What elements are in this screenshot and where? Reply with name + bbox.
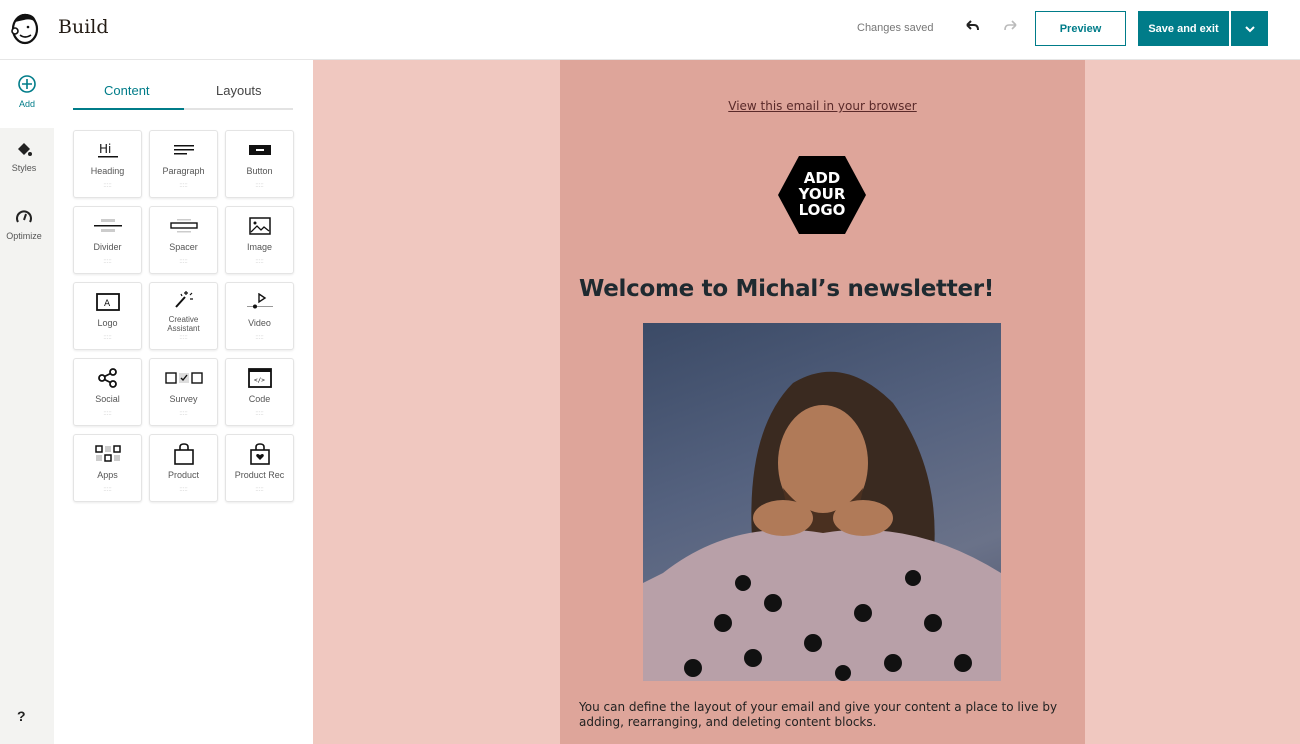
- view-in-browser-link[interactable]: View this email in your browser: [560, 99, 1085, 113]
- block-label: Code: [248, 394, 271, 404]
- drag-handle[interactable]: :::::: [74, 183, 141, 189]
- block-heading[interactable]: Hi Heading :::::: [73, 130, 142, 198]
- email-preview: View this email in your browser ADD YOUR…: [560, 60, 1085, 744]
- block-logo[interactable]: A Logo :::::: [73, 282, 142, 350]
- panel-tabs: Content Layouts: [73, 80, 293, 110]
- rail-optimize[interactable]: Optimize: [0, 208, 48, 241]
- preview-button[interactable]: Preview: [1035, 11, 1126, 46]
- save-and-exit-button[interactable]: Save and exit: [1138, 11, 1229, 46]
- block-social[interactable]: Social :::::: [73, 358, 142, 426]
- block-label: Paragraph: [162, 166, 205, 176]
- divider-icon: [93, 219, 122, 232]
- chevron-down-icon: [1244, 25, 1255, 32]
- block-label: Product: [167, 470, 200, 480]
- paragraph-icon: [173, 145, 194, 155]
- editor-canvas: View this email in your browser ADD YOUR…: [313, 60, 1300, 744]
- spacer-icon: [169, 219, 198, 233]
- plus-circle-icon: [18, 75, 36, 93]
- page-title: Build: [58, 16, 109, 38]
- block-label: Product Rec: [234, 470, 285, 480]
- rail-add[interactable]: Add: [0, 60, 54, 128]
- magic-wand-icon: [174, 291, 193, 308]
- block-code[interactable]: </> Code :::::: [225, 358, 294, 426]
- block-apps[interactable]: Apps :::::: [73, 434, 142, 502]
- block-spacer[interactable]: Spacer :::::: [149, 206, 218, 274]
- drag-handle[interactable]: :::::: [226, 411, 293, 417]
- block-product[interactable]: Product :::::: [149, 434, 218, 502]
- block-label: Divider: [93, 242, 122, 252]
- svg-text:</>: </>: [254, 377, 265, 384]
- save-status: Changes saved: [857, 22, 934, 34]
- drag-handle[interactable]: :::::: [226, 183, 293, 189]
- svg-text:Hi: Hi: [99, 142, 111, 156]
- block-image[interactable]: Image :::::: [225, 206, 294, 274]
- heading-icon: Hi: [97, 142, 118, 158]
- block-label: Image: [246, 242, 272, 252]
- portrait-photo-placeholder: [643, 371, 1001, 681]
- drag-handle[interactable]: :::::: [226, 335, 293, 341]
- block-divider[interactable]: Divider :::::: [73, 206, 142, 274]
- block-label: Heading: [90, 166, 125, 176]
- share-icon: [97, 368, 117, 388]
- drag-handle[interactable]: :::::: [150, 335, 217, 341]
- drag-handle[interactable]: :::::: [226, 259, 293, 265]
- button-icon: [248, 145, 271, 155]
- video-icon: [246, 293, 273, 309]
- logo-placeholder[interactable]: ADD YOUR LOGO: [777, 155, 867, 235]
- tab-layouts[interactable]: Layouts: [216, 83, 262, 98]
- product-rec-icon: [249, 443, 270, 465]
- rail-add-label: Add: [18, 99, 35, 109]
- rail-styles[interactable]: Styles: [0, 140, 48, 173]
- svg-text:A: A: [104, 299, 111, 309]
- block-label: Social: [95, 394, 120, 404]
- block-label: Spacer: [169, 242, 198, 252]
- save-options-dropdown[interactable]: [1231, 11, 1268, 46]
- content-blocks-grid: Hi Heading ::::: Paragraph ::::: Button …: [73, 130, 294, 502]
- drag-handle[interactable]: :::::: [226, 487, 293, 493]
- drag-handle[interactable]: :::::: [150, 183, 217, 189]
- tab-content[interactable]: Content: [104, 83, 150, 98]
- rail-optimize-label: Optimize: [6, 231, 42, 241]
- block-label: Creative Assistant: [167, 315, 200, 333]
- undo-icon[interactable]: [962, 17, 982, 37]
- block-survey[interactable]: Survey :::::: [149, 358, 218, 426]
- mailchimp-logo-icon[interactable]: [8, 10, 42, 46]
- logo-icon: A: [95, 293, 120, 311]
- email-headline[interactable]: Welcome to Michal’s newsletter!: [579, 276, 994, 302]
- block-button[interactable]: Button :::::: [225, 130, 294, 198]
- paint-bucket-icon: [18, 143, 32, 156]
- block-label: Survey: [169, 394, 198, 404]
- block-label: Logo: [97, 318, 118, 328]
- block-label: Video: [248, 318, 271, 328]
- shopping-bag-icon: [173, 443, 194, 465]
- block-paragraph[interactable]: Paragraph :::::: [149, 130, 218, 198]
- image-icon: [248, 217, 271, 235]
- content-panel: Content Layouts Hi Heading ::::: Paragra…: [54, 60, 313, 744]
- hero-image[interactable]: [643, 323, 1001, 681]
- block-video[interactable]: Video :::::: [225, 282, 294, 350]
- rail-styles-label: Styles: [11, 163, 37, 173]
- block-label: Button: [246, 166, 273, 176]
- drag-handle[interactable]: :::::: [74, 259, 141, 265]
- drag-handle[interactable]: :::::: [74, 487, 141, 493]
- redo-icon[interactable]: [1001, 17, 1021, 37]
- apps-icon: [94, 445, 121, 462]
- block-label: Apps: [97, 470, 118, 480]
- block-product-rec[interactable]: Product Rec :::::: [225, 434, 294, 502]
- logo-text-line: LOGO: [799, 201, 846, 219]
- help-button[interactable]: ?: [17, 708, 26, 724]
- top-bar: Build Changes saved Preview Save and exi…: [0, 0, 1300, 60]
- email-body-text[interactable]: You can define the layout of your email …: [579, 700, 1069, 730]
- survey-icon: [164, 372, 203, 384]
- block-creative-assistant[interactable]: Creative Assistant :::::: [149, 282, 218, 350]
- drag-handle[interactable]: :::::: [74, 335, 141, 341]
- drag-handle[interactable]: :::::: [150, 487, 217, 493]
- code-icon: </>: [247, 368, 272, 388]
- drag-handle[interactable]: :::::: [150, 259, 217, 265]
- gauge-icon: [16, 210, 32, 223]
- active-tab-indicator: [73, 108, 184, 110]
- drag-handle[interactable]: :::::: [150, 411, 217, 417]
- side-rail: Add Styles Optimize ?: [0, 60, 54, 744]
- drag-handle[interactable]: :::::: [74, 411, 141, 417]
